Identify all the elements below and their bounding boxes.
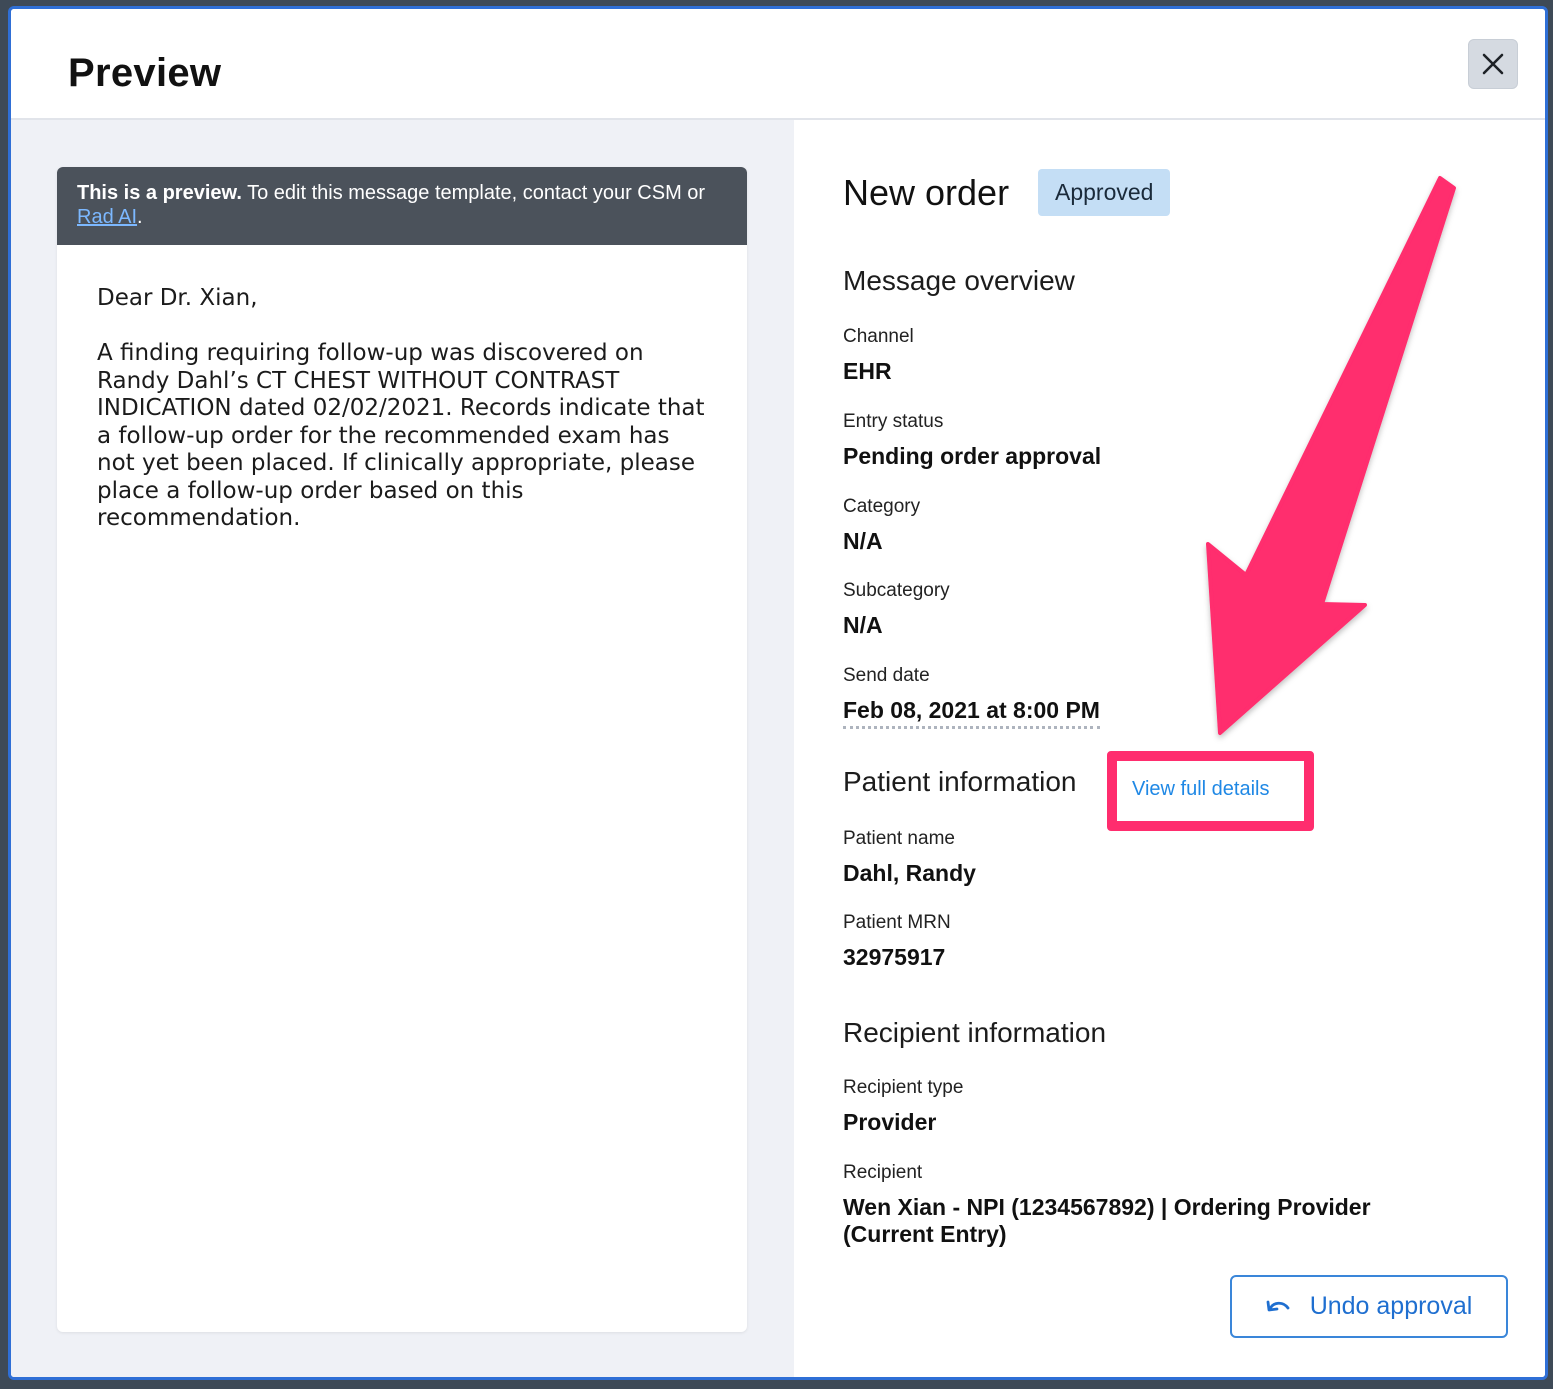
view-full-details-highlight: View full details [1107,751,1314,831]
patient-information-heading: Patient information [843,766,1077,797]
undo-approval-button[interactable]: Undo approval [1230,1275,1508,1338]
details-pane: New order Approved Message overview Chan… [794,120,1545,1377]
entry-status-label: Entry status [843,411,944,432]
rad-ai-link[interactable]: Rad AI [77,206,137,228]
entry-status-value: Pending order approval [843,443,1102,469]
recipient-information-heading: Recipient information [843,1017,1107,1048]
preview-modal: Preview This is a preview. To edit this … [8,6,1548,1380]
category-label: Category [843,496,921,517]
patient-mrn-label: Patient MRN [843,912,951,933]
message-overview-heading: Message overview [843,265,1075,296]
recipient-type-label: Recipient type [843,1077,964,1098]
patient-name-label: Patient name [843,828,955,849]
banner-bold-text: This is a preview. [77,182,242,204]
send-date-value[interactable]: Feb 08, 2021 at 8:00 PM [843,697,1100,729]
message-body: Dear Dr. Xian, A finding requiring follo… [57,245,747,533]
recipient-type-value: Provider [843,1109,937,1135]
view-full-details-link[interactable]: View full details [1132,778,1269,801]
subcategory-label: Subcategory [843,580,950,601]
send-date-label: Send date [843,665,930,686]
message-text: A finding requiring follow-up was discov… [97,340,705,531]
close-icon [1482,53,1504,75]
banner-end: . [137,206,143,228]
message-greeting: Dear Dr. Xian, [97,285,258,311]
patient-name-value: Dahl, Randy [843,860,976,886]
status-badge: Approved [1038,169,1171,216]
preview-banner: This is a preview. To edit this message … [57,167,747,245]
close-button[interactable] [1468,39,1518,89]
undo-approval-label: Undo approval [1309,1292,1473,1320]
channel-value: EHR [843,358,892,384]
recipient-value: Wen Xian - NPI (1234567892) | Ordering P… [843,1194,1371,1247]
recipient-label: Recipient [843,1162,923,1183]
message-preview-pane: This is a preview. To edit this message … [11,120,794,1377]
subcategory-value: N/A [843,612,883,638]
patient-mrn-value: 32975917 [843,944,946,970]
modal-title: Preview [68,51,222,95]
banner-text: To edit this message template, contact y… [241,182,706,204]
category-value: N/A [843,528,883,554]
order-title: New order [843,172,1010,213]
channel-label: Channel [843,326,914,347]
preview-card: This is a preview. To edit this message … [57,167,747,1332]
undo-icon [1266,1300,1290,1311]
modal-header: Preview [11,9,1545,120]
